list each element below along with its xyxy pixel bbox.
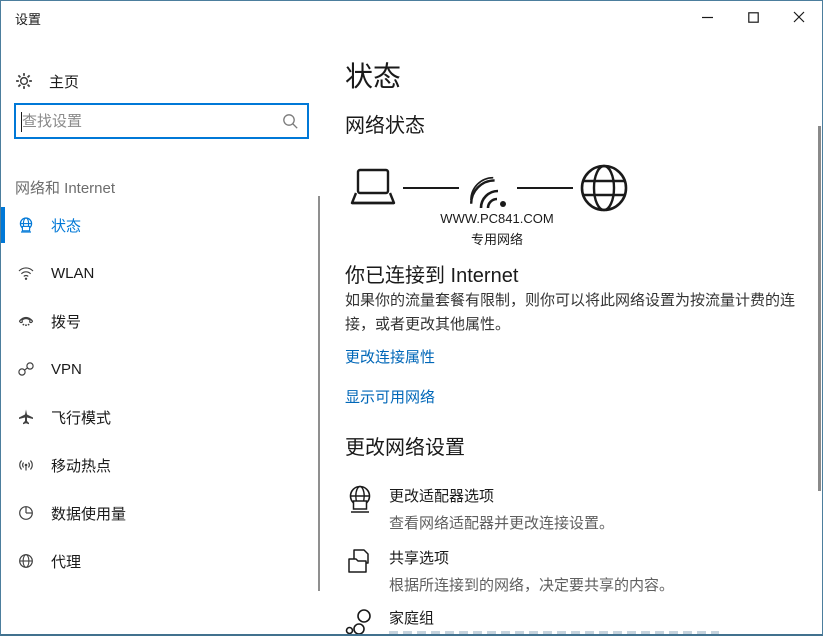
sharing-options-row[interactable]: 共享选项 根据所连接到的网络，决定要共享的内容。 bbox=[345, 547, 797, 595]
close-icon bbox=[793, 11, 805, 23]
data-usage-icon bbox=[17, 504, 35, 522]
main-scrollbar[interactable] bbox=[818, 126, 821, 491]
sidebar-item-wlan[interactable]: WLAN bbox=[1, 251, 317, 295]
dialup-icon bbox=[17, 312, 35, 330]
sidebar-nav: 状态 WLAN bbox=[1, 203, 317, 587]
titlebar: 设置 bbox=[1, 1, 822, 33]
sidebar-item-data-usage[interactable]: 数据使用量 bbox=[1, 491, 317, 535]
network-labels: WWW.PC841.COM 专用网络 bbox=[417, 211, 577, 248]
vpn-icon bbox=[17, 360, 35, 378]
sidebar-item-mobile-hotspot[interactable]: 移动热点 bbox=[1, 443, 317, 487]
search-icon[interactable] bbox=[281, 112, 299, 130]
sidebar-scrollbar[interactable] bbox=[318, 196, 320, 591]
wifi-icon bbox=[17, 264, 35, 282]
search-box bbox=[14, 103, 309, 139]
proxy-icon bbox=[17, 552, 35, 570]
sharing-icon bbox=[345, 547, 375, 577]
sidebar-item-home[interactable]: 主页 bbox=[1, 61, 311, 101]
laptop-icon bbox=[349, 167, 397, 209]
sidebar-item-label: 状态 bbox=[51, 215, 81, 236]
wifi-icon bbox=[465, 166, 511, 210]
maximize-icon bbox=[748, 12, 759, 23]
minimize-button[interactable] bbox=[684, 1, 730, 33]
sidebar-item-label: 拨号 bbox=[51, 311, 81, 332]
sidebar-item-label: 移动热点 bbox=[51, 455, 111, 476]
adapter-icon bbox=[345, 485, 375, 515]
network-type: 专用网络 bbox=[417, 229, 577, 248]
hotspot-icon bbox=[17, 456, 35, 474]
minimize-icon bbox=[702, 12, 713, 23]
window-controls bbox=[684, 1, 822, 33]
sidebar: 主页 网络和 Internet 状态 bbox=[1, 33, 331, 636]
sidebar-item-label: VPN bbox=[51, 361, 82, 378]
setting-title: 家庭组 bbox=[389, 607, 434, 628]
homegroup-icon bbox=[345, 607, 375, 636]
text-caret bbox=[21, 112, 22, 132]
settings-window: 设置 主页 bbox=[0, 0, 823, 636]
network-status-icon bbox=[17, 216, 35, 234]
network-diagram bbox=[349, 163, 649, 213]
sidebar-item-airplane-mode[interactable]: 飞行模式 bbox=[1, 395, 317, 439]
sidebar-item-dialup[interactable]: 拨号 bbox=[1, 299, 317, 343]
selection-indicator bbox=[1, 207, 5, 243]
sidebar-item-proxy[interactable]: 代理 bbox=[1, 539, 317, 583]
home-label: 主页 bbox=[49, 71, 79, 92]
clipped-text-sliver bbox=[389, 631, 719, 635]
sidebar-item-vpn[interactable]: VPN bbox=[1, 347, 317, 391]
close-button[interactable] bbox=[776, 1, 822, 33]
gear-icon bbox=[15, 72, 33, 90]
network-name: WWW.PC841.COM bbox=[417, 211, 577, 226]
setting-description: 根据所连接到的网络，决定要共享的内容。 bbox=[389, 574, 674, 595]
sidebar-section-header: 网络和 Internet bbox=[15, 177, 115, 198]
sidebar-item-label: WLAN bbox=[51, 265, 94, 282]
change-connection-properties-link[interactable]: 更改连接属性 bbox=[345, 346, 435, 367]
globe-icon bbox=[579, 163, 629, 213]
search-input[interactable] bbox=[16, 105, 281, 137]
sidebar-item-label: 数据使用量 bbox=[51, 503, 126, 524]
setting-description: 查看网络适配器并更改连接设置。 bbox=[389, 512, 614, 533]
maximize-button[interactable] bbox=[730, 1, 776, 33]
setting-title: 共享选项 bbox=[389, 547, 674, 568]
show-available-networks-link[interactable]: 显示可用网络 bbox=[345, 386, 435, 407]
change-adapter-options-row[interactable]: 更改适配器选项 查看网络适配器并更改连接设置。 bbox=[345, 485, 797, 533]
sidebar-item-label: 飞行模式 bbox=[51, 407, 111, 428]
connection-heading: 你已连接到 Internet bbox=[345, 259, 518, 288]
network-status-heading: 网络状态 bbox=[345, 109, 425, 138]
change-network-settings-heading: 更改网络设置 bbox=[345, 431, 465, 460]
sidebar-item-label: 代理 bbox=[51, 551, 81, 572]
window-title: 设置 bbox=[15, 9, 41, 28]
diagram-connector bbox=[403, 187, 459, 189]
page-title: 状态 bbox=[345, 55, 401, 95]
diagram-connector bbox=[517, 187, 573, 189]
airplane-icon bbox=[17, 408, 35, 426]
connection-description: 如果你的流量套餐有限制，则你可以将此网络设置为按流量计费的连接，或者更改其他属性… bbox=[345, 289, 797, 337]
main-content: 状态 网络状态 bbox=[345, 33, 823, 636]
sidebar-item-status[interactable]: 状态 bbox=[1, 203, 317, 247]
setting-title: 更改适配器选项 bbox=[389, 485, 614, 506]
